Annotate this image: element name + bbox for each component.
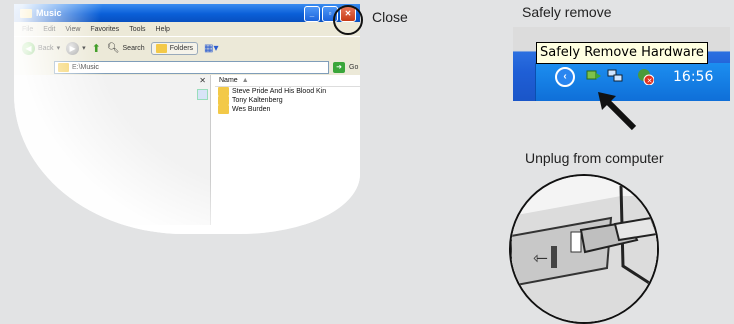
menu-help[interactable]: Help — [156, 26, 170, 33]
clock: 16:56 — [673, 69, 714, 85]
folder-icon — [218, 87, 229, 96]
tooltip: Safely Remove Hardware — [536, 42, 708, 64]
menu-edit[interactable]: Edit — [43, 26, 55, 33]
chevron-down-icon: ▾ — [82, 45, 86, 52]
chevron-down-icon: ▾ — [56, 45, 61, 52]
security-alert-icon[interactable]: ✕ — [636, 67, 654, 85]
window-title: Music — [36, 8, 62, 18]
search-label: Search — [122, 44, 145, 52]
go-label[interactable]: Go — [349, 64, 358, 71]
folder-icon — [20, 8, 32, 18]
column-header-name[interactable]: Name ▲ — [215, 75, 360, 87]
svg-text:⇽: ⇽ — [533, 248, 548, 269]
folders-button[interactable]: Folders — [150, 41, 199, 55]
close-highlight-ring — [333, 5, 363, 35]
list-item[interactable]: Steve Pride And His Blood Kin — [215, 87, 360, 96]
search-icon: 🔍︎ — [106, 42, 120, 54]
close-pane-icon[interactable]: ✕ — [199, 76, 206, 85]
list-item[interactable]: Tony Kaltenberg — [215, 96, 360, 105]
menu-tools[interactable]: Tools — [129, 26, 145, 33]
explorer-window: Music _ ▫ ✕ File Edit View Favorites Too… — [14, 4, 360, 234]
back-arrow-icon: ◀ — [22, 41, 35, 55]
menu-bar: File Edit View Favorites Tools Help — [14, 22, 360, 36]
folder-icon — [218, 105, 229, 114]
views-icon[interactable]: ▦▾ — [204, 43, 218, 54]
pointer-arrow — [598, 92, 637, 131]
menu-favorites[interactable]: Favorites — [90, 26, 119, 33]
usb-port-illustration: ⇽ — [509, 174, 659, 324]
address-value: E:\Music — [72, 63, 99, 71]
scroll-up-button[interactable] — [197, 89, 208, 100]
file-name: Wes Burden — [232, 106, 271, 113]
show-hidden-icons-button[interactable]: ‹ — [555, 67, 575, 87]
back-label: Back — [38, 44, 54, 52]
minimize-button[interactable]: _ — [304, 6, 320, 22]
forward-arrow-icon: ▶ — [66, 41, 80, 55]
menu-file[interactable]: File — [22, 26, 33, 33]
go-arrow-icon[interactable]: ➜ — [333, 61, 345, 73]
safely-remove-label: Safely remove — [522, 4, 612, 20]
list-item[interactable]: Wes Burden — [215, 105, 360, 114]
drive-folder-icon — [58, 62, 69, 72]
usb-plug-illustration: ⇽ — [511, 176, 657, 322]
unplug-label: Unplug from computer — [525, 150, 664, 166]
menu-view[interactable]: View — [65, 26, 80, 33]
svg-text:✕: ✕ — [647, 77, 653, 85]
file-name: Tony Kaltenberg — [232, 97, 283, 104]
title-bar: Music _ ▫ ✕ — [14, 4, 360, 22]
file-list: Name ▲ Steve Pride And His Blood Kin Ton… — [211, 75, 360, 225]
folder-icon — [218, 96, 229, 105]
forward-button[interactable]: ▶ ▾ — [66, 41, 86, 55]
close-callout-label: Close — [372, 9, 408, 25]
up-folder-icon[interactable]: ⬆ — [92, 42, 101, 55]
folders-label: Folders — [169, 44, 194, 52]
folders-icon — [155, 43, 167, 53]
column-name-label: Name — [219, 77, 238, 84]
sort-up-icon: ▲ — [241, 77, 249, 84]
toolbar: ◀ Back ▾ ▶ ▾ ⬆ 🔍︎ Search Folders ▦▾ — [14, 36, 360, 59]
safely-remove-hardware-icon[interactable] — [584, 67, 602, 85]
network-icon[interactable] — [606, 67, 624, 85]
folders-pane: ✕ — [14, 75, 211, 225]
address-bar: E:\Music ➜ Go — [14, 59, 360, 75]
address-field[interactable]: E:\Music — [54, 60, 329, 74]
back-button[interactable]: ◀ Back ▾ — [22, 41, 61, 55]
search-button[interactable]: 🔍︎ Search — [107, 43, 145, 54]
file-name: Steve Pride And His Blood Kin — [232, 88, 327, 95]
